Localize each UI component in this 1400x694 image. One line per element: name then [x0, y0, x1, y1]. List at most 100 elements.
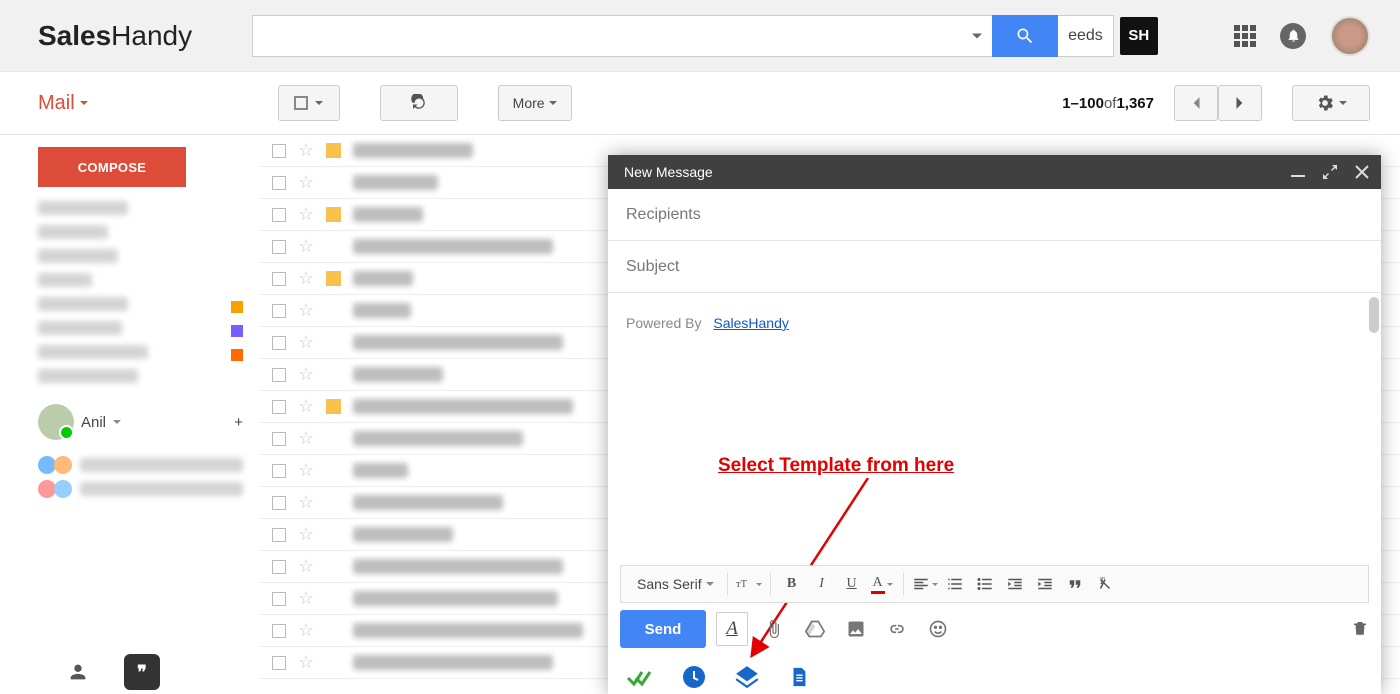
row-checkbox[interactable] [272, 208, 286, 222]
row-checkbox[interactable] [272, 592, 286, 606]
feeds-button[interactable]: eeds [1058, 15, 1114, 57]
dialog-body[interactable]: Powered By SalesHandy [608, 293, 1381, 353]
folder-item[interactable] [38, 225, 243, 246]
align-button[interactable] [911, 570, 939, 598]
subject-field[interactable]: Subject [608, 241, 1381, 293]
more-button[interactable]: More [498, 85, 572, 121]
recipients-field[interactable]: Recipients [608, 189, 1381, 241]
saleshandy-link[interactable]: SalesHandy [713, 315, 789, 331]
apps-icon[interactable] [1234, 25, 1256, 47]
folder-item[interactable] [38, 201, 243, 222]
folder-item[interactable] [38, 273, 243, 294]
prev-page-button[interactable] [1174, 85, 1218, 121]
indent-less-button[interactable] [1001, 570, 1029, 598]
schedule-icon[interactable] [682, 665, 706, 689]
row-checkbox[interactable] [272, 336, 286, 350]
drive-icon[interactable] [804, 619, 826, 639]
notifications-icon[interactable] [1280, 23, 1306, 49]
compose-button[interactable]: COMPOSE [38, 147, 186, 187]
star-icon[interactable]: ☆ [298, 588, 314, 609]
dialog-header[interactable]: New Message [608, 155, 1381, 189]
chat-user[interactable]: Anil + [38, 404, 243, 440]
row-checkbox[interactable] [272, 304, 286, 318]
attach-icon[interactable] [764, 619, 784, 639]
numbered-list-button[interactable] [941, 570, 969, 598]
bullet-list-button[interactable] [971, 570, 999, 598]
font-select[interactable]: Sans Serif [631, 576, 720, 592]
chat-row[interactable] [38, 480, 243, 498]
close-icon[interactable] [1355, 165, 1369, 179]
underline-button[interactable]: U [838, 570, 866, 598]
star-icon[interactable]: ☆ [298, 140, 314, 161]
bold-button[interactable]: B [778, 570, 806, 598]
quote-button[interactable] [1061, 570, 1089, 598]
star-icon[interactable]: ☆ [298, 620, 314, 641]
row-checkbox[interactable] [272, 368, 286, 382]
indent-more-button[interactable] [1031, 570, 1059, 598]
expand-icon[interactable] [1323, 165, 1337, 179]
star-icon[interactable]: ☆ [298, 364, 314, 385]
text-color-button[interactable]: A [868, 570, 896, 598]
row-checkbox[interactable] [272, 464, 286, 478]
star-icon[interactable]: ☆ [298, 332, 314, 353]
folder-item[interactable] [38, 345, 243, 366]
search-button[interactable] [992, 15, 1058, 57]
add-person-button[interactable]: + [234, 414, 243, 431]
folder-item[interactable] [38, 321, 243, 342]
star-icon[interactable]: ☆ [298, 300, 314, 321]
star-icon[interactable]: ☆ [298, 236, 314, 257]
formatting-toggle-button[interactable]: A [716, 612, 748, 646]
send-button[interactable]: Send [620, 610, 706, 648]
star-icon[interactable]: ☆ [298, 652, 314, 673]
insert-photo-icon[interactable] [846, 619, 866, 639]
minimize-icon[interactable] [1291, 165, 1305, 179]
emoji-icon[interactable] [928, 619, 948, 639]
star-icon[interactable]: ☆ [298, 396, 314, 417]
star-icon[interactable]: ☆ [298, 460, 314, 481]
user-avatar [38, 404, 74, 440]
discard-icon[interactable] [1351, 618, 1369, 641]
scrollbar[interactable] [1369, 297, 1379, 537]
row-checkbox[interactable] [272, 144, 286, 158]
row-checkbox[interactable] [272, 656, 286, 670]
star-icon[interactable]: ☆ [298, 524, 314, 545]
search-input[interactable] [263, 27, 982, 45]
folder-item[interactable] [38, 369, 243, 390]
insert-link-icon[interactable] [886, 619, 908, 639]
star-icon[interactable]: ☆ [298, 204, 314, 225]
row-checkbox[interactable] [272, 272, 286, 286]
saleshandy-chip[interactable]: SH [1120, 17, 1158, 55]
mail-dropdown[interactable]: Mail [38, 92, 88, 115]
clear-format-button[interactable]: T [1091, 570, 1119, 598]
star-icon[interactable]: ☆ [298, 492, 314, 513]
document-icon[interactable] [788, 664, 810, 690]
refresh-button[interactable] [380, 85, 458, 121]
select-all-button[interactable] [278, 85, 340, 121]
chat-row[interactable] [38, 456, 243, 474]
folder-item[interactable] [38, 297, 243, 318]
font-size-button[interactable]: тT [735, 570, 763, 598]
star-icon[interactable]: ☆ [298, 428, 314, 449]
row-checkbox[interactable] [272, 560, 286, 574]
row-checkbox[interactable] [272, 240, 286, 254]
star-icon[interactable]: ☆ [298, 556, 314, 577]
row-checkbox[interactable] [272, 496, 286, 510]
star-icon[interactable]: ☆ [298, 172, 314, 193]
chevron-down-icon[interactable] [972, 33, 982, 38]
italic-button[interactable]: I [808, 570, 836, 598]
star-icon[interactable]: ☆ [298, 268, 314, 289]
search-box[interactable] [252, 15, 992, 57]
row-checkbox[interactable] [272, 624, 286, 638]
row-checkbox[interactable] [272, 400, 286, 414]
row-checkbox[interactable] [272, 528, 286, 542]
row-checkbox[interactable] [272, 176, 286, 190]
template-icon[interactable] [734, 664, 760, 690]
track-icon[interactable] [626, 666, 654, 688]
hangouts-tab[interactable]: ❞ [124, 654, 160, 690]
row-checkbox[interactable] [272, 432, 286, 446]
folder-item[interactable] [38, 249, 243, 270]
avatar[interactable] [1330, 16, 1370, 56]
next-page-button[interactable] [1218, 85, 1262, 121]
settings-button[interactable] [1292, 85, 1370, 121]
contacts-tab[interactable] [60, 654, 96, 690]
